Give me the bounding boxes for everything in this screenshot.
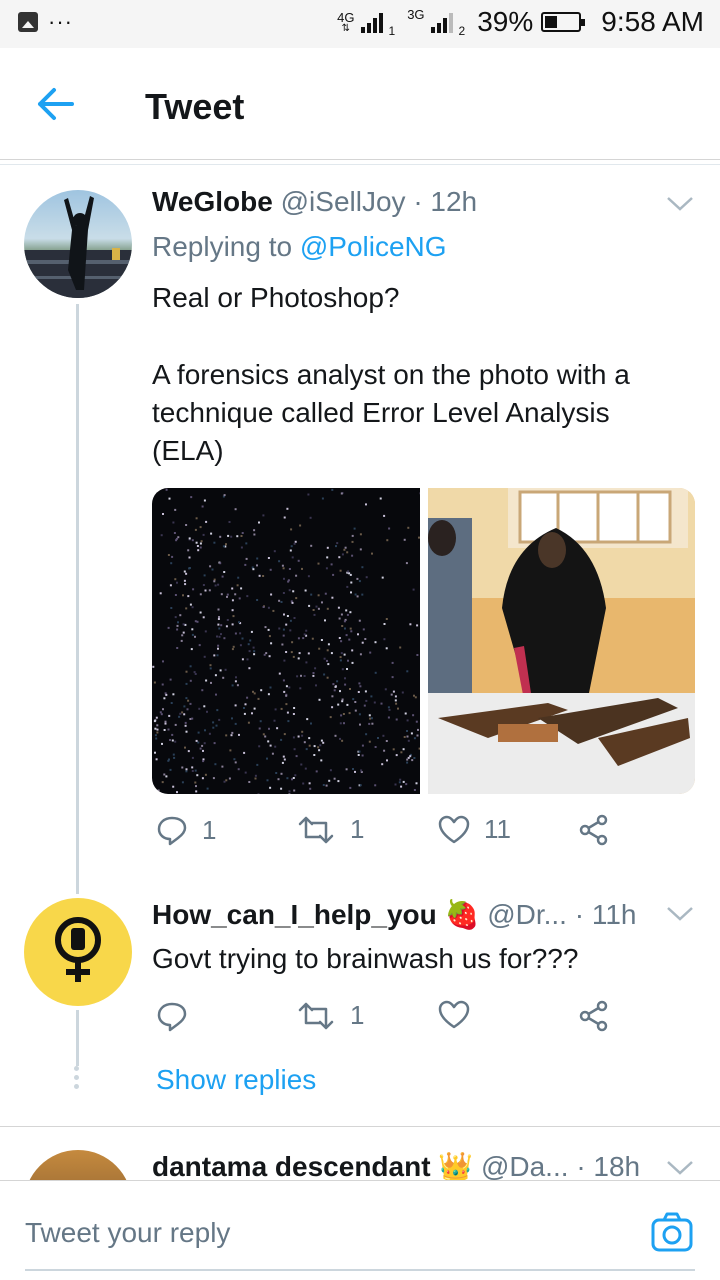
- more-notifications-icon: ···: [48, 9, 73, 34]
- reply-icon: [157, 1002, 187, 1032]
- avatar-photo: [24, 196, 132, 298]
- battery-icon: [541, 12, 586, 32]
- retweet-icon: [298, 1002, 334, 1029]
- tweet-actions: 1 1 11: [152, 814, 622, 854]
- sim-a-label: 1: [388, 24, 396, 38]
- reply-composer: Tweet your reply: [0, 1180, 720, 1280]
- battery-percent: 39%: [477, 6, 534, 37]
- reply-icon: [157, 816, 187, 846]
- status-bar: ··· 4G ⇅ 1 3G 2 39% 9:58 AM: [0, 0, 720, 48]
- ela-image[interactable]: [152, 488, 420, 794]
- share-button[interactable]: [578, 1000, 610, 1032]
- page-title: Tweet: [145, 86, 245, 127]
- sim-b-label: 2: [458, 24, 466, 38]
- chevron-down-icon[interactable]: [666, 196, 694, 212]
- tweet-actions: 1: [152, 1000, 622, 1040]
- avatar[interactable]: [24, 190, 132, 298]
- thread-line: [76, 1010, 79, 1066]
- reply-button[interactable]: [156, 1000, 202, 1032]
- avatar[interactable]: [24, 898, 132, 1006]
- tweet-text-line: A forensics analyst on the photo with a: [152, 359, 630, 390]
- tweet-header: How_can_I_help_you 🍓 @Dr... · 11h: [152, 898, 637, 931]
- crown-emoji: 👑: [438, 1151, 474, 1182]
- image-notification-icon: [18, 12, 38, 32]
- reply-button[interactable]: 1: [156, 814, 216, 846]
- battery-level: [545, 16, 558, 28]
- share-button[interactable]: [578, 814, 610, 846]
- like-count: 11: [484, 814, 511, 844]
- tweet-time: · 12h: [413, 186, 478, 217]
- photo-image[interactable]: [428, 488, 695, 794]
- replying-to-label: Replying to: [152, 231, 293, 262]
- heart-icon: [438, 815, 470, 843]
- chevron-down-icon[interactable]: [666, 906, 694, 922]
- ela-noise: [152, 488, 420, 794]
- retweet-button[interactable]: 1: [296, 1000, 364, 1031]
- author-handle[interactable]: @Da...: [481, 1151, 569, 1182]
- tweet-text: Govt trying to brainwash us for???: [152, 943, 579, 974]
- network-type-a: 4G ⇅: [337, 9, 355, 34]
- data-arrows-icon: ⇅: [341, 22, 351, 34]
- author-name[interactable]: dantama descendant: [152, 1151, 431, 1182]
- retweet-button[interactable]: 1: [296, 814, 364, 845]
- retweet-count: 1: [350, 814, 365, 844]
- clock: 9:58 AM: [601, 6, 704, 37]
- tweet-text-line: technique called Error Level Analysis: [152, 397, 610, 428]
- tweet-time: · 11h: [574, 899, 637, 930]
- status-left: ···: [18, 9, 73, 34]
- divider: [0, 1126, 720, 1127]
- chevron-down-icon[interactable]: [666, 1160, 694, 1176]
- author-handle[interactable]: @iSellJoy: [281, 186, 406, 217]
- share-icon: [579, 1000, 608, 1032]
- author-name[interactable]: How_can_I_help_you: [152, 899, 437, 930]
- reply-count: 1: [202, 814, 217, 845]
- reply-input[interactable]: Tweet your reply: [25, 1217, 230, 1249]
- status-right: 4G ⇅ 1 3G 2 39% 9:58 AM: [337, 6, 704, 38]
- photo-drawing: [428, 488, 695, 794]
- input-underline: [25, 1269, 695, 1271]
- share-icon: [579, 814, 608, 846]
- tweet-time: · 18h: [576, 1151, 641, 1182]
- thread-line: [76, 304, 79, 894]
- tweet-header: dantama descendant 👑 @Da... · 18h: [152, 1150, 640, 1183]
- app-header: Tweet: [0, 48, 720, 165]
- signal-icon-a: [360, 11, 383, 33]
- more-replies-dots-icon: [74, 1066, 80, 1093]
- like-button[interactable]: 11: [438, 814, 511, 845]
- network-type-b: 3G: [407, 7, 425, 22]
- tweet-text-line: (ELA): [152, 435, 224, 466]
- signal-icon-b: [430, 11, 453, 33]
- tweet-text-line: Real or Photoshop?: [152, 282, 400, 313]
- author-name[interactable]: WeGlobe: [152, 186, 273, 217]
- camera-icon[interactable]: [650, 1211, 694, 1255]
- show-replies-link[interactable]: Show replies: [156, 1064, 316, 1096]
- replying-to: Replying to @PoliceNG: [152, 231, 447, 263]
- tweet-header: WeGlobe @iSellJoy · 12h: [152, 186, 477, 218]
- retweet-icon: [298, 816, 334, 843]
- replying-to-handle[interactable]: @PoliceNG: [300, 231, 447, 262]
- arrow-left-icon[interactable]: [34, 84, 78, 124]
- retweet-count: 1: [350, 1000, 365, 1030]
- heart-icon: [438, 1000, 470, 1029]
- feminist-fist-icon: [55, 917, 101, 982]
- tweet-media: [152, 488, 695, 794]
- like-button[interactable]: [438, 1000, 484, 1030]
- author-handle[interactable]: @Dr...: [487, 899, 567, 930]
- strawberry-emoji: 🍓: [444, 899, 480, 930]
